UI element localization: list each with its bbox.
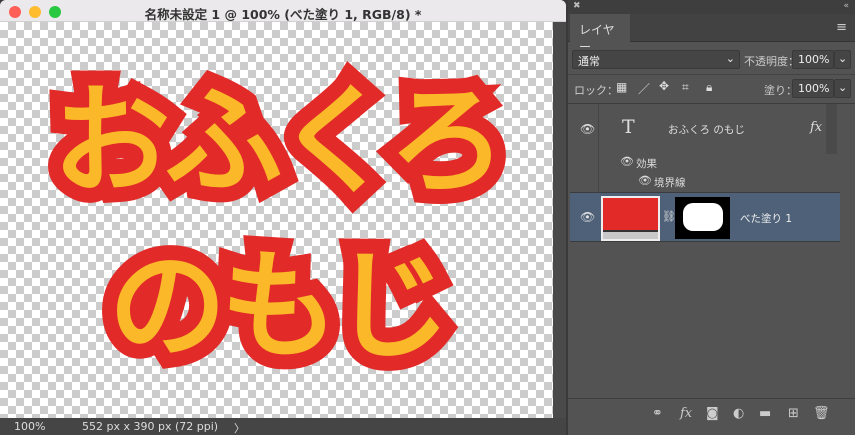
tab-row: レイヤー ≡	[568, 14, 855, 54]
info-arrow-icon[interactable]: 〉	[234, 420, 245, 435]
vertical-scrollbar[interactable]	[553, 22, 566, 418]
new-group-icon[interactable]: ▬	[759, 406, 771, 421]
visibility-eye-icon[interactable]: 👁︎	[580, 210, 595, 224]
canvas[interactable]: おふくろ のもじ	[0, 22, 553, 418]
text-layer-icon: T	[622, 116, 635, 138]
panel-scrollbar[interactable]	[826, 104, 837, 154]
visibility-eye-icon[interactable]: 👁︎	[580, 122, 595, 136]
art-text-line-2: のもじ	[93, 232, 465, 380]
panel-top-strip: ✖ «	[568, 0, 855, 14]
chevron-down-icon: ⌄	[725, 52, 735, 65]
layers-panel: ✖ « レイヤー ≡ 通常 ⌄ 不透明度： 100% ⌄ ロック： ▦ ／ ✥ ⌗…	[568, 0, 855, 435]
link-layers-icon[interactable]: ⚭	[652, 406, 663, 421]
delete-layer-icon[interactable]: 🗑︎	[813, 406, 830, 421]
art-text-line-1: おふくろ	[37, 67, 521, 215]
blend-mode-value: 通常	[578, 55, 600, 68]
effects-eye-icon[interactable]: 👁︎	[620, 155, 634, 168]
effects-label: 効果	[636, 158, 657, 170]
document-title: 名称未設定 1 @ 100% (べた塗り 1, RGB/8) *	[144, 7, 422, 22]
divider	[568, 74, 855, 75]
effect-stroke-label: 境界線	[654, 177, 686, 189]
opacity-input[interactable]: 100%	[792, 50, 834, 69]
opacity-dropdown[interactable]: ⌄	[834, 50, 851, 69]
lock-label: ロック：	[574, 84, 618, 97]
fill-thumbnail[interactable]	[601, 196, 660, 241]
title-bar: 名称未設定 1 @ 100% (べた塗り 1, RGB/8) *	[0, 0, 566, 22]
link-icon[interactable]: ⛓	[662, 210, 676, 223]
stroke-eye-icon[interactable]: 👁︎	[638, 174, 652, 187]
lock-brush-icon[interactable]: ／	[638, 80, 650, 97]
lock-all-icon[interactable]: 🔒︎	[706, 80, 712, 95]
mask-thumbnail[interactable]	[675, 197, 730, 239]
fill-input[interactable]: 100%	[792, 79, 834, 98]
layer-name: おふくろ のもじ	[668, 124, 745, 136]
blend-mode-select[interactable]: 通常 ⌄	[572, 50, 740, 69]
opacity-label: 不透明度：	[744, 55, 799, 68]
adjustment-layer-icon[interactable]: ◐	[733, 406, 744, 421]
close-panel-icon[interactable]: ✖	[573, 1, 581, 11]
layer-name: べた塗り 1	[740, 213, 793, 225]
tab-layers[interactable]: レイヤー	[570, 14, 630, 54]
layer-text[interactable]: 👁︎ T おふくろ のもじ fx ^ 👁︎ 効果 👁︎ 境界線	[570, 104, 840, 193]
document-window: 名称未設定 1 @ 100% (べた塗り 1, RGB/8) * おふくろ のも…	[0, 0, 566, 435]
lock-move-icon[interactable]: ✥	[659, 79, 669, 93]
layers-footer: ⚭ fx ◙ ◐ ▬ ⊞ 🗑︎	[568, 398, 855, 428]
panel-menu-icon[interactable]: ≡	[836, 20, 847, 35]
status-bar: 100% 552 px x 390 px (72 ppi) 〉	[0, 418, 566, 435]
fx-icon[interactable]: fx	[810, 120, 822, 135]
lock-artboard-icon[interactable]: ⌗	[682, 80, 689, 95]
add-mask-icon[interactable]: ◙	[706, 406, 719, 421]
document-info: 552 px x 390 px (72 ppi)	[82, 420, 219, 433]
add-style-icon[interactable]: fx	[680, 406, 692, 421]
fill-dropdown[interactable]: ⌄	[834, 79, 851, 98]
collapse-icon[interactable]: «	[843, 1, 849, 11]
layer-fill[interactable]: 👁︎ ⛓ べた塗り 1	[570, 193, 840, 242]
lock-transparent-icon[interactable]: ▦	[616, 80, 627, 94]
new-layer-icon[interactable]: ⊞	[788, 406, 799, 421]
zoom-level[interactable]: 100%	[14, 420, 45, 433]
